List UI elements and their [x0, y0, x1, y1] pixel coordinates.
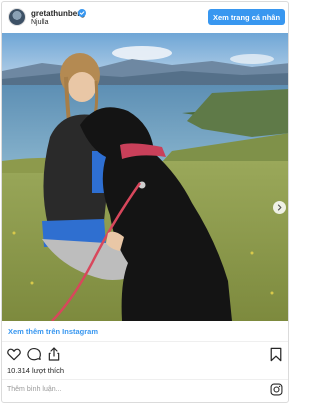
view-profile-button[interactable]: Xem trang cá nhân: [208, 9, 285, 25]
post-header: gretathunberg Njulla Xem trang cá nhân: [2, 2, 288, 33]
instagram-icon[interactable]: [270, 383, 283, 396]
like-count[interactable]: 10.314 lượt thích: [7, 366, 64, 375]
instagram-embed-card: gretathunberg Njulla Xem trang cá nhân X…: [1, 1, 289, 403]
post-photo[interactable]: [2, 33, 288, 321]
comment-icon[interactable]: [26, 346, 42, 362]
view-more-on-instagram-link[interactable]: Xem thêm trên Instagram: [8, 327, 98, 336]
heart-icon[interactable]: [6, 346, 22, 362]
add-comment-input[interactable]: Thêm bình luận...: [7, 386, 61, 393]
avatar[interactable]: [8, 8, 26, 26]
verified-badge-icon: [78, 9, 86, 17]
share-icon[interactable]: [46, 346, 62, 362]
chevron-right-icon: [277, 204, 282, 211]
post-actions: [6, 346, 62, 362]
next-photo-button[interactable]: [273, 201, 286, 214]
divider: [2, 341, 288, 342]
photo-image: [2, 33, 288, 321]
location-label[interactable]: Njulla: [31, 19, 49, 26]
divider: [2, 379, 288, 380]
bookmark-icon[interactable]: [269, 347, 283, 362]
